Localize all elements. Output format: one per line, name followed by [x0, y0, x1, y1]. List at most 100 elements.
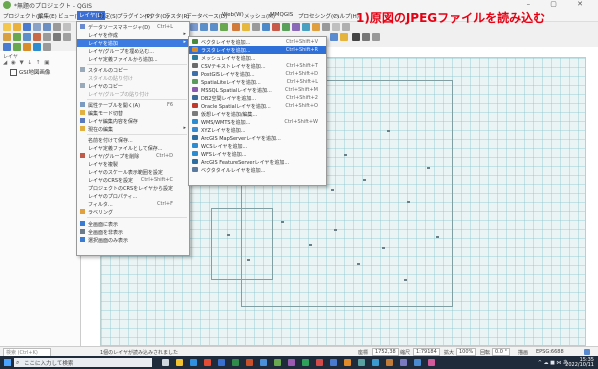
layers-panel-tools[interactable]: ◢ ◉ ▼ ↓ ↑ ▣ [3, 60, 50, 66]
menu-item-add-from-definition[interactable]: レイヤ定義ファイルから追加... [77, 55, 189, 63]
menu-item-save-edits[interactable]: レイヤ編集内容を保存 [77, 117, 189, 125]
qgis-taskbar-icon[interactable] [274, 359, 281, 366]
vertex-tool-icon[interactable] [23, 33, 31, 41]
refresh-icon[interactable] [322, 23, 330, 31]
add-wms-toolbar-icon[interactable] [33, 43, 41, 51]
menu-item-paste-layer[interactable]: レイヤ/グループの貼り付け [77, 90, 189, 98]
word-icon[interactable] [218, 359, 225, 366]
menu-item-show-selected[interactable]: 選択画面のみ表示 [77, 236, 189, 244]
task-view-icon[interactable] [162, 359, 169, 366]
delete-selected-icon[interactable] [33, 33, 41, 41]
menu-item-create-layer[interactable]: レイヤを作成 ▸ [77, 31, 189, 39]
pan-map-icon[interactable] [190, 23, 198, 31]
menu-item-save-definition[interactable]: レイヤ定義ファイルとして保存... [77, 144, 189, 152]
magnifier-field[interactable]: 100% [456, 348, 477, 356]
attribute-table-icon[interactable] [262, 23, 270, 31]
submenu-item-add-mesh[interactable]: メッシュレイヤを追加... [189, 54, 326, 62]
windows-start-icon[interactable] [4, 359, 11, 366]
menu-item-scale-visibility[interactable]: レイヤのスケール表示範囲を設定 [77, 168, 189, 176]
menu-item-current-edits[interactable]: 現在の編集 ▸ [77, 125, 189, 133]
menu-item-paste-style[interactable]: スタイルの貼り付け [77, 74, 189, 82]
menu-item-show-all[interactable]: 全画面に表示 [77, 220, 189, 228]
submenu-item-add-xyz[interactable]: XYZレイヤを追加... [189, 126, 326, 134]
excel-icon[interactable] [232, 359, 239, 366]
app-icon[interactable] [400, 359, 407, 366]
save-as-icon[interactable] [33, 23, 41, 31]
submenu-item-add-mssql[interactable]: MSSQL Spatialレイヤを追加... Ctrl+Shift+M [189, 86, 326, 94]
digitize-pencil-icon[interactable] [3, 33, 11, 41]
coordinate-field[interactable]: 1752,38 [372, 348, 399, 356]
rotate-label-icon[interactable] [362, 33, 370, 41]
menu-item-labeling[interactable]: ラベリング [77, 208, 189, 216]
print-layout-icon[interactable] [43, 23, 51, 31]
change-label-icon[interactable] [372, 33, 380, 41]
menu-item-layer-properties[interactable]: レイヤのプロパティ... [77, 192, 189, 200]
submenu-item-add-postgis[interactable]: PostGISレイヤを追加... Ctrl+Shift+D [189, 70, 326, 78]
file-explorer-icon[interactable] [176, 359, 183, 366]
measure-icon[interactable] [272, 23, 280, 31]
select-feature-icon[interactable] [242, 23, 250, 31]
app-icon[interactable] [302, 359, 309, 366]
menu-item-embed-layers[interactable]: レイヤ/グループを埋め込む... [77, 47, 189, 55]
outlook-icon[interactable] [260, 359, 267, 366]
menu-item-copy-layer[interactable]: レイヤのコピー [77, 82, 189, 90]
taskbar-clock[interactable]: 15:35 2022/10/11 [565, 358, 594, 368]
teams-icon[interactable] [288, 359, 295, 366]
submenu-item-add-vector[interactable]: ベクタレイヤを追加... Ctrl+Shift+V [189, 38, 326, 46]
menu-item-open-attribute-table[interactable]: 属性テーブルを開く(A) F6 [77, 101, 189, 109]
menu-item-data-source-manager[interactable]: データソースマネージャ(D) Ctrl+L [77, 23, 189, 31]
menu-item-remove-layer[interactable]: レイヤ/グループを削除 Ctrl+D [77, 152, 189, 160]
app-icon[interactable] [316, 359, 323, 366]
app-icon[interactable] [330, 359, 337, 366]
submenu-item-add-wcs[interactable]: WCSレイヤを追加... [189, 142, 326, 150]
taskbar-search-box[interactable]: ⌕ ここに入力して検索 [14, 358, 152, 367]
menu-processing[interactable]: プロセシング(C) [298, 12, 339, 20]
menu-web[interactable]: Web(W) [222, 12, 244, 18]
new-bookmark-icon[interactable] [302, 23, 310, 31]
menu-item-toggle-editing[interactable]: 編集モード切替 [77, 109, 189, 117]
menu-item-project-crs-from-layer[interactable]: プロジェクトのCRSをレイヤから設定 [77, 184, 189, 192]
cut-features-icon[interactable] [43, 33, 51, 41]
submenu-item-add-virtual[interactable]: 仮想レイヤを追加/編集... [189, 110, 326, 118]
pin-label-icon[interactable] [340, 33, 348, 41]
app-icon[interactable] [344, 359, 351, 366]
deselect-icon[interactable] [252, 23, 260, 31]
statistics-icon[interactable] [282, 23, 290, 31]
crs-status[interactable]: EPSG:6688 [536, 349, 564, 355]
menu-item-save-as[interactable]: 名前を付けて保存... [77, 136, 189, 144]
new-layer-icon[interactable] [13, 43, 21, 51]
map-tips-icon[interactable] [292, 23, 300, 31]
layer-item[interactable]: GSI地図画像 [10, 68, 50, 76]
menu-item-copy-style[interactable]: スタイルのコピー [77, 66, 189, 74]
paste-features-icon[interactable] [63, 33, 71, 41]
identify-icon[interactable] [232, 23, 240, 31]
save-project-icon[interactable] [23, 23, 31, 31]
highlight-pin-icon[interactable] [352, 33, 360, 41]
style-manager-icon[interactable] [63, 23, 71, 31]
zoom-full-icon[interactable] [220, 23, 228, 31]
menu-item-set-layer-crs[interactable]: レイヤのCRSを設定 Ctrl+Shift+C [77, 176, 189, 184]
menu-edit[interactable]: 編集(E) [38, 12, 57, 20]
add-delimited-icon[interactable] [43, 43, 51, 51]
open-data-source-icon[interactable] [3, 43, 11, 51]
submenu-item-add-vector-tile[interactable]: ベクタタイルレイヤを追加... [189, 166, 326, 174]
submenu-item-add-spatialite[interactable]: SpatiaLiteレイヤを追加... Ctrl+Shift+L [189, 78, 326, 86]
render-checkbox-label[interactable]: 描画 [518, 349, 528, 356]
layout-manager-icon[interactable] [53, 23, 61, 31]
layer-visibility-checkbox[interactable] [10, 69, 17, 76]
window-controls[interactable]: – ▢ ✕ [527, 0, 592, 8]
copy-features-icon[interactable] [53, 33, 61, 41]
show-bookmarks-icon[interactable] [312, 23, 320, 31]
open-project-icon[interactable] [13, 23, 21, 31]
submenu-item-add-wms[interactable]: WMS/WMTSを追加... Ctrl+Shift+W [189, 118, 326, 126]
messages-icon[interactable] [584, 349, 590, 355]
app-icon[interactable] [372, 359, 379, 366]
add-raster-toolbar-icon[interactable] [23, 43, 31, 51]
submenu-item-add-arcgis-featureserver[interactable]: ArcGIS FeatureServerレイヤを追加... [189, 158, 326, 166]
submenu-item-add-csv[interactable]: CSVテキストレイヤを追加... Ctrl+Shift+T [189, 62, 326, 70]
menu-item-filter[interactable]: フィルタ... Ctrl+F [77, 200, 189, 208]
submenu-item-add-wfs[interactable]: WFSレイヤを追加... [189, 150, 326, 158]
chrome-browser-icon[interactable] [204, 359, 211, 366]
add-feature-icon[interactable] [13, 33, 21, 41]
new-project-icon[interactable] [3, 23, 11, 31]
